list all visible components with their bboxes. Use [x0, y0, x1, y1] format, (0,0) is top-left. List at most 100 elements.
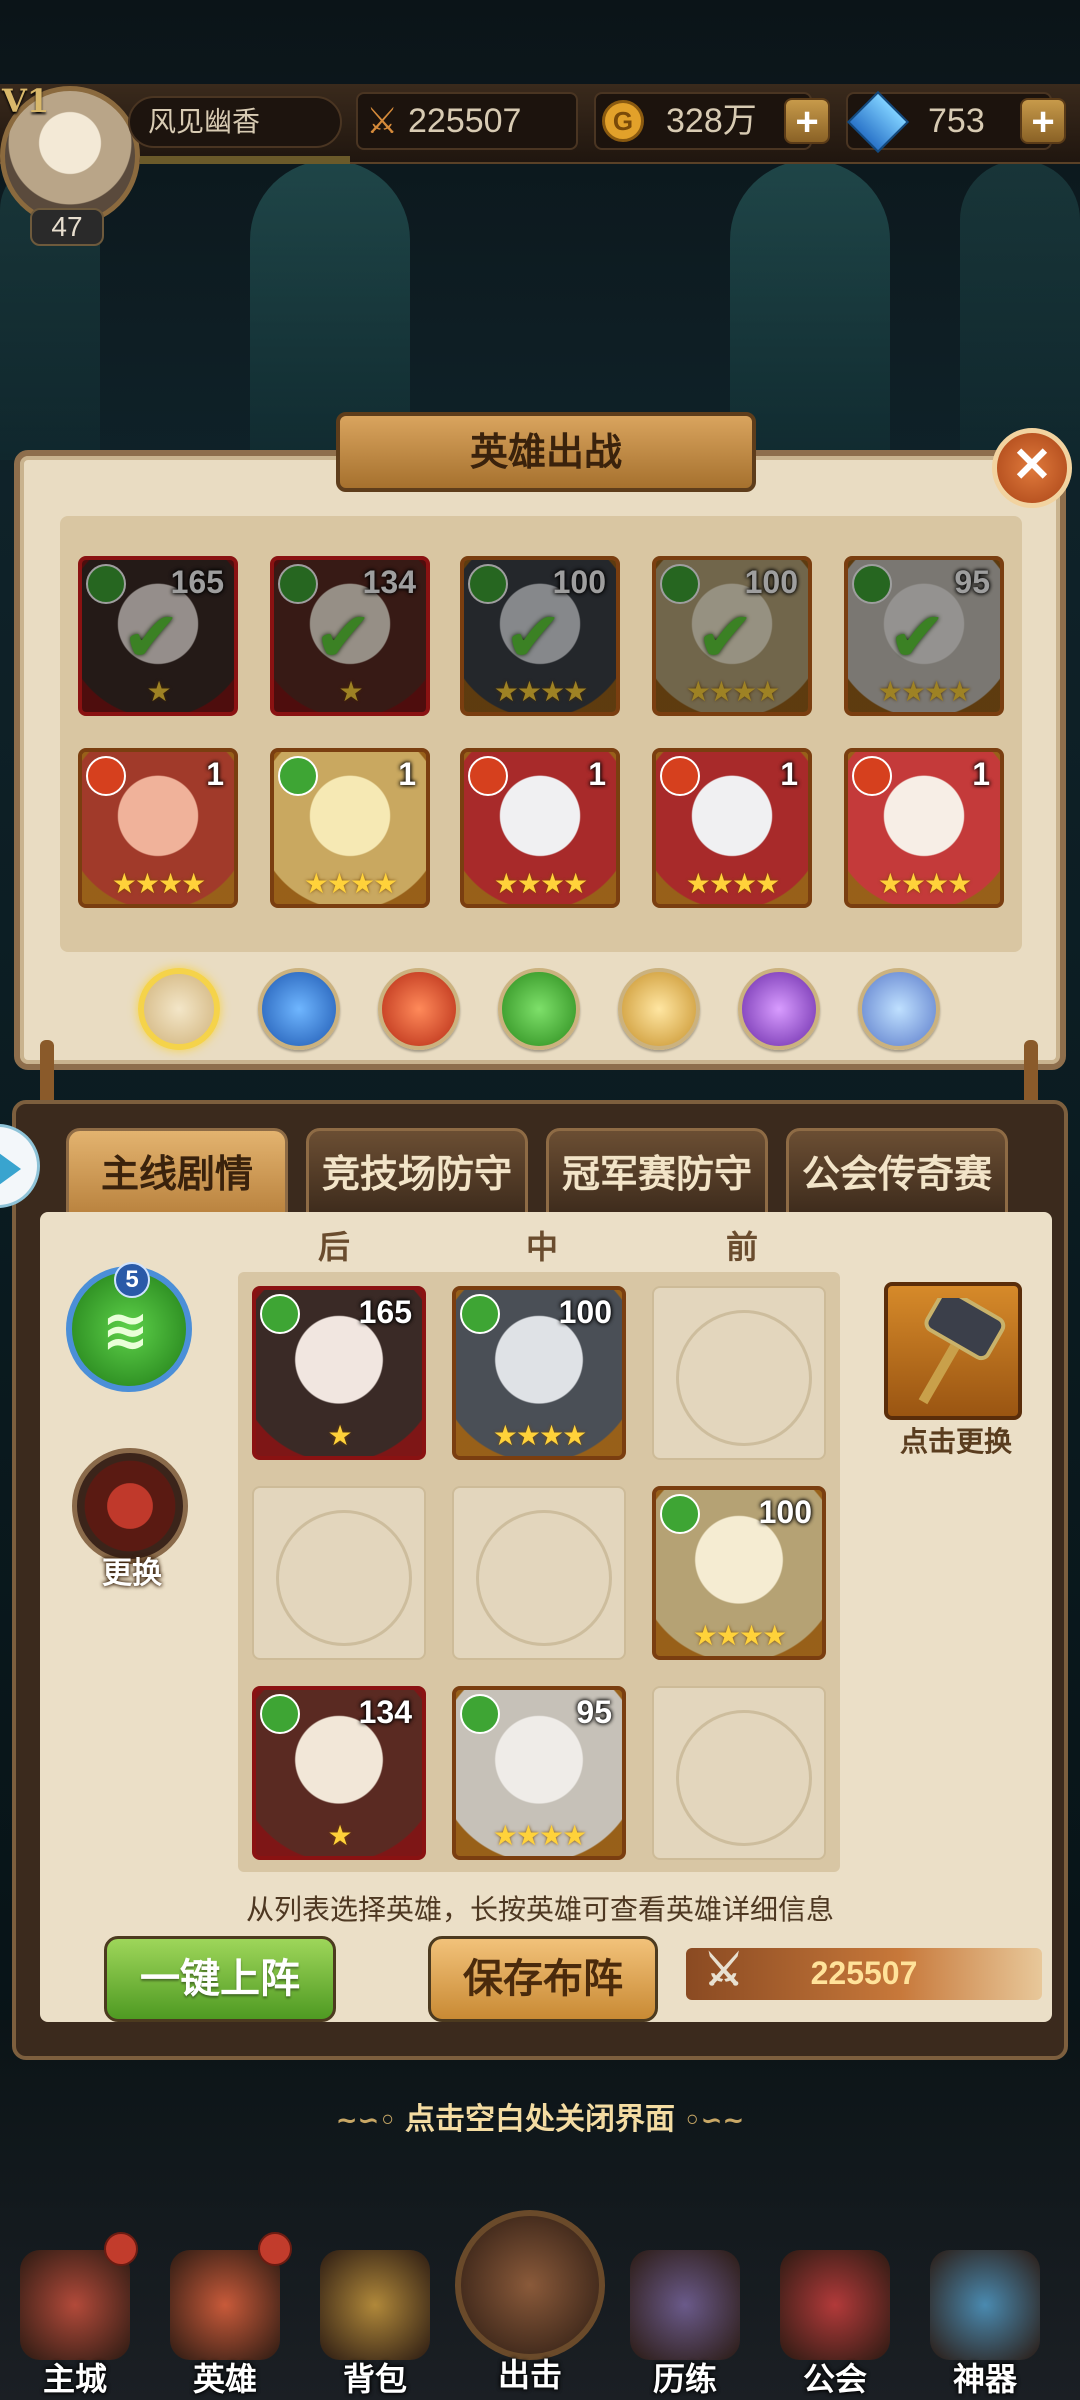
- swap-formation-label[interactable]: 更换: [70, 1548, 194, 1592]
- hero-card[interactable]: 1 ★★★★: [652, 748, 812, 908]
- game-screen: { "player": {"vip": "V1", "level": "47",…: [0, 0, 1080, 2400]
- hero-level: 165: [170, 564, 224, 600]
- hero-card[interactable]: 134 ★ ✔: [270, 556, 430, 716]
- filter-all-icon[interactable]: [138, 968, 220, 1050]
- nav-trials[interactable]: 历练: [610, 2250, 760, 2400]
- wind-element-icon: [460, 1294, 500, 1334]
- formation-hero-r2c3[interactable]: 100 ★★★★: [652, 1486, 826, 1660]
- tab-guild-legend[interactable]: 公会传奇赛: [786, 1128, 1008, 1218]
- fire-element-icon: [86, 756, 126, 796]
- hero-card[interactable]: 1 ★★★★: [844, 748, 1004, 908]
- hero-card[interactable]: 95 ★★★★ ✔: [844, 556, 1004, 716]
- close-hint-deco-right: ◦∽~: [675, 2106, 745, 2136]
- crossed-swords-icon: ⚔: [704, 1946, 744, 1995]
- filter-fire-icon[interactable]: [378, 968, 460, 1050]
- filter-void-icon[interactable]: [858, 968, 940, 1050]
- empty-formation-slot-r3c3[interactable]: [652, 1686, 826, 1860]
- empty-formation-slot-r1c3[interactable]: [652, 1286, 826, 1460]
- nav-main-city[interactable]: 主城: [0, 2250, 150, 2400]
- hero-level: 95: [954, 564, 990, 600]
- hero-portrait: [464, 560, 616, 712]
- hero-level: 1: [398, 756, 416, 792]
- hero-level: 134: [358, 1694, 412, 1730]
- close-hint[interactable]: ~∽◦ 点击空白处关闭界面 ◦∽~: [0, 2094, 1080, 2138]
- filter-light-icon[interactable]: [618, 968, 700, 1050]
- xp-bar: [140, 156, 350, 164]
- formation-hint: 从列表选择英雄，长按英雄可查看英雄详细信息: [245, 1893, 834, 1926]
- nav-label: 背包: [342, 2360, 407, 2398]
- background-arch: [960, 160, 1080, 460]
- gem-value: 753: [928, 102, 985, 140]
- tab-champion-defense[interactable]: 冠军赛防守: [546, 1128, 768, 1218]
- nav-heroes[interactable]: 英雄: [150, 2250, 300, 2400]
- hero-stars: ★★★★: [685, 675, 780, 708]
- filter-water-icon[interactable]: [258, 968, 340, 1050]
- wind-element-icon: [660, 1494, 700, 1534]
- deployed-check-icon: ✔: [504, 596, 563, 678]
- formation-hero-r1c1[interactable]: 165 ★: [252, 1286, 426, 1460]
- hero-portrait: [848, 560, 1000, 712]
- auto-deploy-button[interactable]: 一键上阵: [104, 1936, 336, 2022]
- wind-formation-button[interactable]: 5 ≋: [66, 1262, 192, 1392]
- hammer-icon: [918, 1298, 1006, 1405]
- filter-dark-icon[interactable]: [738, 968, 820, 1050]
- wind-element-icon: [468, 564, 508, 604]
- nav-label: 出击: [497, 2356, 562, 2394]
- nav-guild[interactable]: 公会: [760, 2250, 910, 2400]
- nav-label: 公会: [802, 2360, 867, 2398]
- gem-icon: [846, 90, 910, 154]
- wind-element-icon: [278, 564, 318, 604]
- column-header-front: 前: [726, 1228, 759, 1266]
- player-level: 47: [30, 208, 104, 246]
- artifact-slot[interactable]: [884, 1282, 1022, 1420]
- formation-hero-r3c1[interactable]: 134 ★: [252, 1686, 426, 1860]
- column-header-middle: 中: [526, 1228, 559, 1266]
- hero-level: 134: [362, 564, 416, 600]
- hero-level: 95: [576, 1694, 612, 1730]
- hero-card[interactable]: 1 ★★★★: [270, 748, 430, 908]
- save-formation-button[interactable]: 保存布阵: [428, 1936, 658, 2022]
- add-gem-button[interactable]: +: [1020, 98, 1066, 144]
- nav-artifact[interactable]: 神器: [910, 2250, 1060, 2400]
- hero-level: 1: [780, 756, 798, 792]
- hero-card[interactable]: 165 ★ ✔: [78, 556, 238, 716]
- empty-formation-slot-r2c2[interactable]: [452, 1486, 626, 1660]
- wind-element-icon: [460, 1694, 500, 1734]
- battle-icon: [455, 2210, 605, 2360]
- formation-hero-r1c2[interactable]: 100 ★★★★: [452, 1286, 626, 1460]
- wind-element-icon: [86, 564, 126, 604]
- artifact-icon: [930, 2250, 1040, 2360]
- empty-formation-slot-r2c1[interactable]: [252, 1486, 426, 1660]
- tab-arena-defense[interactable]: 竞技场防守: [306, 1128, 528, 1218]
- formation-hero-r3c2[interactable]: 95 ★★★★: [452, 1686, 626, 1860]
- add-gold-button[interactable]: +: [784, 98, 830, 144]
- hero-stars: ★★★★: [877, 867, 972, 900]
- hero-card[interactable]: 1 ★★★★: [78, 748, 238, 908]
- wind-element-icon: [260, 1694, 300, 1734]
- fire-element-icon: [468, 756, 508, 796]
- deployed-check-icon: ✔: [696, 596, 755, 678]
- filter-wind-icon[interactable]: [498, 968, 580, 1050]
- notification-dot: [258, 2232, 292, 2266]
- heroes-icon: [170, 2250, 280, 2360]
- main-city-icon: [20, 2250, 130, 2360]
- hero-card[interactable]: 100 ★★★★ ✔: [652, 556, 812, 716]
- hero-stars: ★: [146, 675, 171, 708]
- deployed-check-icon: ✔: [888, 596, 947, 678]
- deployed-check-icon: ✔: [122, 596, 181, 678]
- artifact-change-label[interactable]: 点击更换: [880, 1420, 1032, 1460]
- gold-value: 328万: [666, 102, 757, 140]
- nav-backpack[interactable]: 背包: [300, 2250, 450, 2400]
- hero-card[interactable]: 100 ★★★★ ✔: [460, 556, 620, 716]
- formation-skill-icon[interactable]: [72, 1448, 188, 1564]
- wind-element-icon: [852, 564, 892, 604]
- hero-stars: ★★★★: [685, 867, 780, 900]
- hero-level: 100: [552, 564, 606, 600]
- nav-battle[interactable]: 出击: [455, 2210, 605, 2394]
- backpack-icon: [320, 2250, 430, 2360]
- hero-card[interactable]: 1 ★★★★: [460, 748, 620, 908]
- close-button[interactable]: ✕: [992, 428, 1072, 508]
- tab-main-story[interactable]: 主线剧情: [66, 1128, 288, 1218]
- hero-level: 165: [358, 1294, 412, 1330]
- hero-stars: ★: [338, 675, 363, 708]
